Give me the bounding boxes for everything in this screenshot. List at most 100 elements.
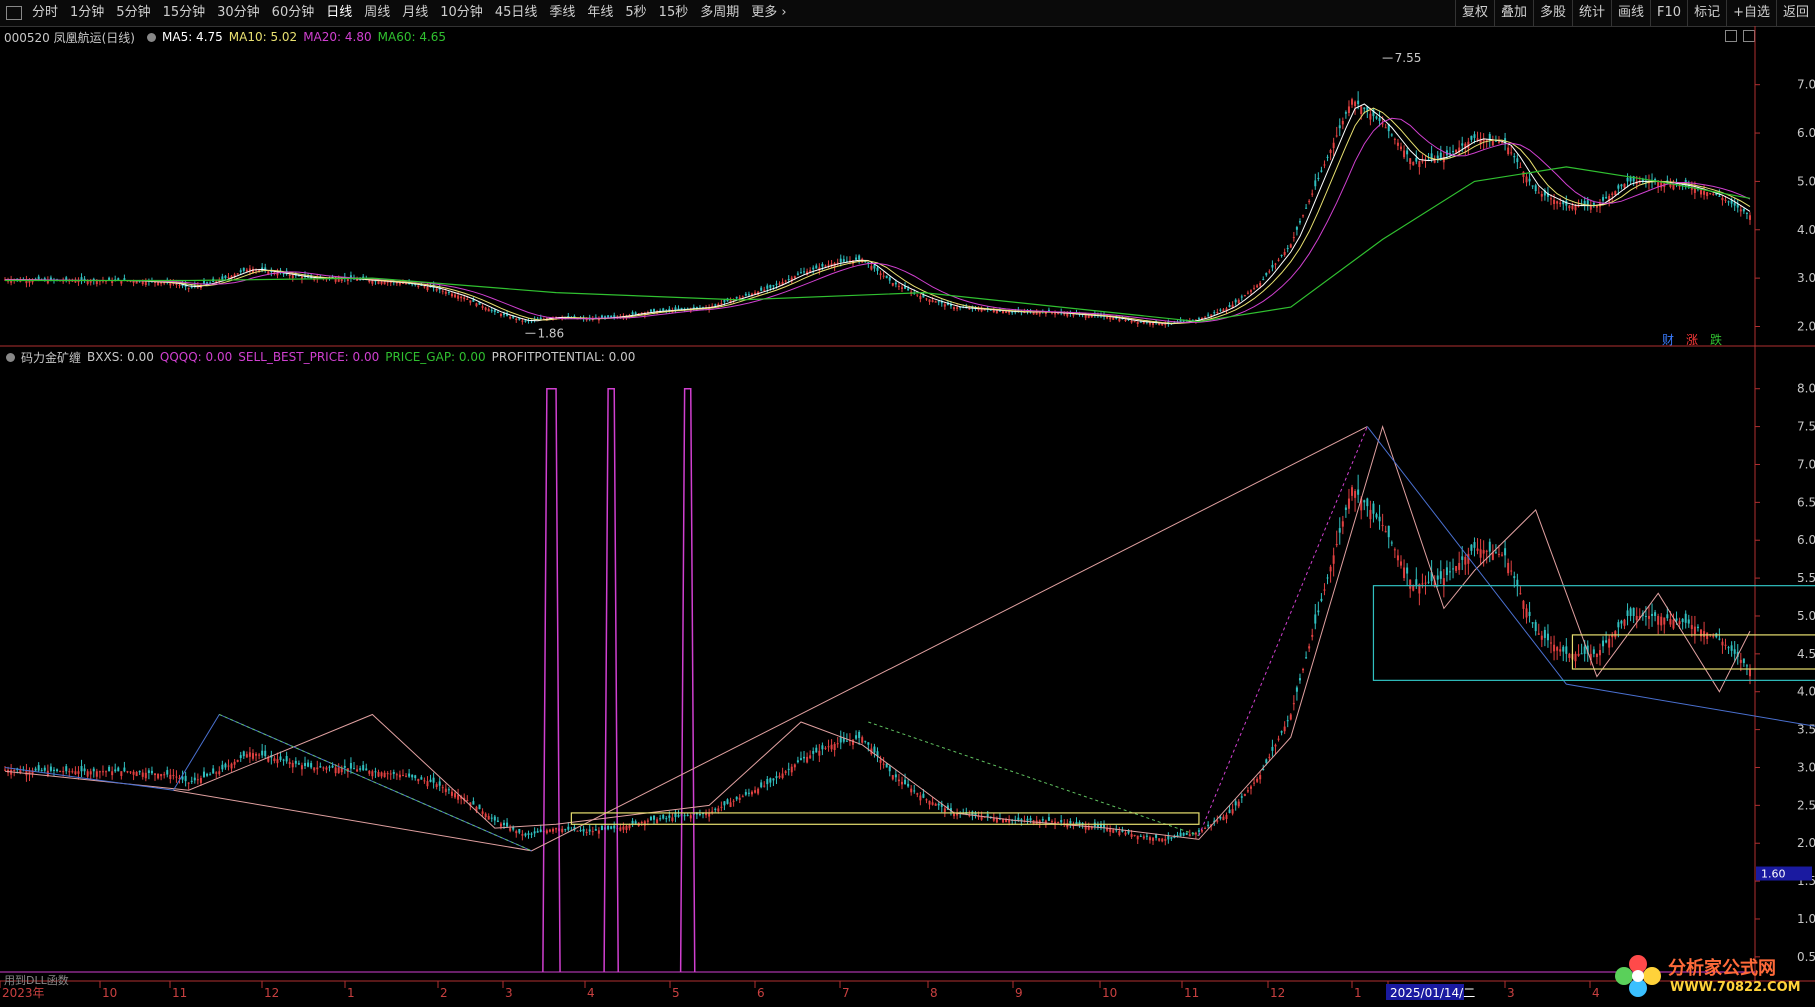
tab-12[interactable]: 年线 [581, 0, 619, 26]
ind-candle-body [809, 755, 812, 759]
ind-candle-body [916, 793, 919, 795]
tool-2[interactable]: 多股 [1532, 0, 1572, 26]
ind-candle-body [778, 775, 781, 778]
main-candle-body [1090, 315, 1093, 318]
ind-candle-body [551, 828, 554, 832]
tab-10[interactable]: 45日线 [489, 0, 544, 26]
ind-candle-body [1231, 809, 1234, 814]
chart-canvas[interactable]: 7.00 6.00 5.00 4.00 3.00 2.00 8.00 7.50 7.00 6.50… [0, 26, 1815, 1007]
tab-0[interactable]: 分时 [26, 0, 64, 26]
ind-candle-body [567, 826, 570, 830]
ind-candle-body [1598, 650, 1601, 656]
ind-candle-body [478, 804, 481, 810]
main-candle-body [1286, 247, 1289, 249]
ind-candle-body [325, 767, 328, 770]
tab-1[interactable]: 1分钟 [64, 0, 110, 26]
main-candle-body [1298, 221, 1301, 223]
date-label: 11 [172, 986, 187, 1000]
main-candle-body [1130, 320, 1133, 323]
main-candle-body [1482, 139, 1485, 142]
date-label: 11 [1184, 986, 1199, 1000]
ind-candle-body [132, 771, 135, 775]
ind-candle-body [943, 808, 946, 813]
tool-6[interactable]: 标记 [1687, 0, 1726, 26]
ind-candle-body [224, 763, 227, 768]
ind-candle-body [1742, 658, 1745, 663]
tab-5[interactable]: 60分钟 [266, 0, 321, 26]
ind-candle-body [1295, 687, 1298, 692]
tool-3[interactable]: 统计 [1572, 0, 1611, 26]
tab-8[interactable]: 月线 [396, 0, 434, 26]
tool-5[interactable]: F10 [1650, 0, 1687, 26]
main-candle-body [649, 309, 652, 312]
ind-candle-body [43, 767, 46, 771]
ind-candle-body [705, 813, 708, 816]
ind-candle-body [634, 821, 637, 824]
ind-candle-body [818, 750, 821, 756]
main-candle-body [919, 296, 922, 300]
ind-candle-body [1657, 615, 1660, 625]
ind-candle-body [1347, 498, 1350, 509]
ind-candle-body [1400, 561, 1402, 566]
ind-candle-body [77, 771, 80, 774]
ind-candle-body [1341, 521, 1344, 527]
main-candle-body [1617, 185, 1620, 189]
ind-candle-body [398, 774, 401, 778]
ind-candle-body [105, 771, 108, 773]
ind-candle-body [1605, 640, 1608, 643]
main-candle-body [956, 307, 959, 309]
tab-3[interactable]: 15分钟 [157, 0, 212, 26]
main-candle-body [291, 275, 294, 279]
ind-candle-body [1559, 649, 1562, 652]
main-candle-body [772, 285, 775, 287]
ind-candle-body [80, 766, 83, 772]
ind-candle-body [1684, 613, 1687, 623]
ind-candle-body [37, 765, 40, 771]
main-candle-body [821, 263, 824, 267]
ind-candle-body [25, 770, 28, 776]
main-candle-body [1274, 263, 1277, 265]
tool-1[interactable]: 叠加 [1493, 0, 1533, 26]
ind-candle-body [1029, 818, 1032, 821]
tab-15[interactable]: 多周期 [694, 0, 745, 26]
ind-candle-body [1249, 786, 1252, 789]
menu-icon[interactable] [6, 6, 22, 20]
right-toolbar: 复权 叠加 多股 统计 画线 F10 标记 +自选 返回 [1454, 0, 1815, 26]
tab-14[interactable]: 15秒 [653, 0, 695, 26]
ind-candle-body [1323, 589, 1326, 591]
tool-7[interactable]: +自选 [1726, 0, 1776, 26]
main-candle-body [224, 275, 227, 279]
main-candle-body [695, 307, 698, 309]
main-candle-body [1709, 193, 1712, 195]
tab-4[interactable]: 30分钟 [211, 0, 266, 26]
main-candle-body [897, 285, 900, 287]
ind-candle-body [405, 775, 408, 777]
tab-7[interactable]: 周线 [358, 0, 396, 26]
tool-4[interactable]: 画线 [1611, 0, 1650, 26]
main-candle-body [876, 267, 879, 271]
ind-candle-body [888, 766, 891, 772]
main-candle-body [1724, 199, 1727, 201]
tab-6[interactable]: 日线 [320, 0, 358, 26]
ind-candle-body [316, 767, 319, 770]
ind-candle-body [873, 746, 876, 753]
ind-candle-body [732, 800, 735, 802]
ind-candle-body [13, 769, 16, 771]
tab-16[interactable]: 更多 › [745, 0, 792, 26]
ind-candle-body [1577, 653, 1580, 656]
ind-candle-body [760, 782, 763, 788]
tool-8[interactable]: 返回 [1775, 0, 1815, 26]
tab-11[interactable]: 季线 [543, 0, 581, 26]
main-candle-body [1400, 146, 1402, 150]
date-label: 1 [1354, 986, 1362, 1000]
ind-candle-body [1647, 615, 1650, 619]
tab-2[interactable]: 5分钟 [110, 0, 156, 26]
main-candle-body [1378, 118, 1381, 121]
tool-0[interactable]: 复权 [1454, 0, 1494, 26]
ind-candle-body [1482, 550, 1485, 554]
ind-candle-body [101, 771, 104, 773]
ind-candle-body [1534, 622, 1537, 632]
tab-9[interactable]: 10分钟 [434, 0, 489, 26]
ind-candle-body [74, 771, 77, 775]
tab-13[interactable]: 5秒 [619, 0, 652, 26]
